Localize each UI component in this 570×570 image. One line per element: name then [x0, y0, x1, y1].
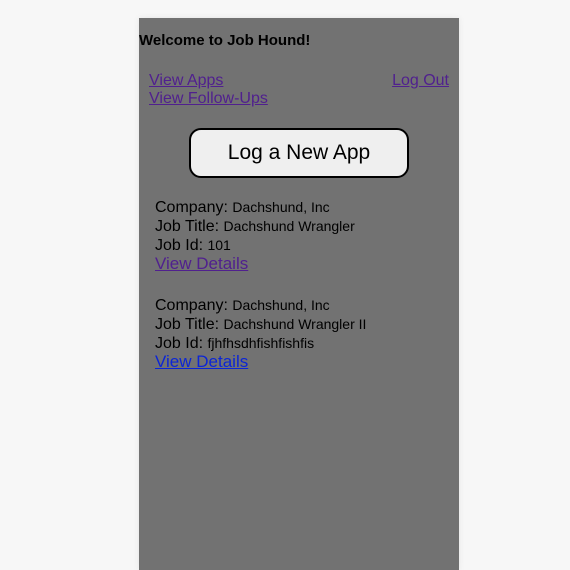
company-value: Dachshund, Inc [232, 199, 330, 215]
app-card: Company: Dachshund, Inc Job Title: Dachs… [155, 198, 355, 274]
app-panel: Welcome to Job Hound! View Apps View Fol… [139, 18, 459, 570]
job-id-row: Job Id: fjhfhsdhfishfishfis [155, 334, 366, 353]
job-id-row: Job Id: 101 [155, 236, 355, 255]
view-details-link[interactable]: View Details [155, 352, 248, 371]
log-new-app-button[interactable]: Log a New App [189, 128, 409, 178]
view-apps-link[interactable]: View Apps [149, 72, 268, 90]
job-title-value: Dachshund Wrangler II [223, 316, 367, 332]
company-label: Company: [155, 297, 228, 314]
company-row: Company: Dachshund, Inc [155, 296, 366, 315]
company-row: Company: Dachshund, Inc [155, 198, 355, 217]
company-label: Company: [155, 199, 228, 216]
details-row: View Details [155, 353, 366, 372]
job-title-label: Job Title: [155, 316, 220, 333]
job-title-row: Job Title: Dachshund Wrangler II [155, 315, 366, 334]
job-title-label: Job Title: [155, 218, 220, 235]
job-title-value: Dachshund Wrangler [223, 218, 355, 234]
page-title: Welcome to Job Hound! [139, 32, 311, 49]
job-id-value: fjhfhsdhfishfishfis [207, 335, 315, 351]
job-id-value: 101 [207, 237, 231, 253]
details-row: View Details [155, 255, 355, 274]
company-value: Dachshund, Inc [232, 297, 330, 313]
log-out-link[interactable]: Log Out [392, 72, 449, 89]
logout-container: Log Out [392, 72, 449, 90]
job-id-label: Job Id: [155, 237, 204, 254]
job-id-label: Job Id: [155, 335, 204, 352]
nav-links: View Apps View Follow-Ups [149, 72, 268, 108]
job-title-row: Job Title: Dachshund Wrangler [155, 217, 355, 236]
app-card: Company: Dachshund, Inc Job Title: Dachs… [155, 296, 366, 372]
view-followups-link[interactable]: View Follow-Ups [149, 90, 268, 108]
view-details-link[interactable]: View Details [155, 254, 248, 273]
